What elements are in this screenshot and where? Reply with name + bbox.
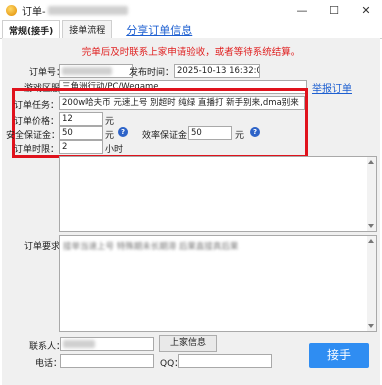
publish-time-field[interactable]: 2025-10-13 16:32:07: [174, 64, 260, 78]
safety-deposit-label: 安全保证金：: [6, 131, 61, 141]
qq-field[interactable]: [178, 354, 272, 368]
order-panel: 完单后及时联系上家申请验收，或者等待系统结算。 订单号： 发布时间： 2025-…: [2, 38, 380, 385]
phone-field[interactable]: [60, 354, 154, 368]
title-bar: 订单- — ☐ ✕: [0, 0, 382, 20]
close-button[interactable]: ✕: [350, 0, 382, 20]
requirement-textarea[interactable]: 接单当速上号 特殊期未长期滞 后果直接真后果: [59, 235, 377, 332]
contact-field[interactable]: [60, 337, 154, 351]
redacted-title: [47, 5, 128, 15]
requirement-text: 接单当速上号 特殊期未长期滞 后果直接真后果: [63, 242, 239, 252]
price-label: 订单价格：: [14, 117, 60, 127]
efficiency-deposit-unit: 元: [235, 131, 245, 141]
scroll-up-icon[interactable]: [368, 239, 374, 243]
requirement-scrollbar[interactable]: [367, 236, 376, 331]
price-field[interactable]: 12: [59, 112, 103, 126]
redacted-contact: [63, 340, 95, 348]
duration-unit: 小时: [105, 145, 124, 155]
order-no-field[interactable]: [59, 64, 133, 78]
duration-label: 订单时限：: [14, 145, 60, 155]
safety-help-icon[interactable]: ?: [118, 127, 128, 137]
phone-label: 电话：: [35, 359, 63, 369]
duration-field[interactable]: 2: [59, 140, 103, 154]
publish-time-label: 发布时间：: [129, 68, 175, 78]
minimize-button[interactable]: —: [286, 0, 318, 20]
task-label: 订单任务：: [14, 101, 60, 111]
maximize-button[interactable]: ☐: [318, 0, 350, 20]
scroll-down-icon[interactable]: [368, 324, 374, 328]
report-order-link[interactable]: 举报订单: [312, 80, 352, 95]
window-title: 订单-: [22, 6, 46, 18]
safety-deposit-unit: 元: [105, 131, 115, 141]
upstream-info-button[interactable]: 上家信息: [159, 335, 217, 352]
redacted-order-no: [62, 67, 112, 75]
tab-regular[interactable]: 常规(接手): [2, 20, 61, 39]
efficiency-help-icon[interactable]: ?: [250, 127, 260, 137]
scroll-down-icon[interactable]: [368, 224, 374, 228]
share-order-link[interactable]: 分享订单信息: [126, 21, 192, 38]
description-scrollbar[interactable]: [367, 157, 376, 231]
take-order-button[interactable]: 接手: [309, 343, 369, 368]
efficiency-deposit-field[interactable]: 50: [188, 126, 232, 140]
tab-process[interactable]: 接单流程: [62, 20, 113, 38]
tab-strip: 常规(接手) 接单流程 分享订单信息: [0, 20, 382, 39]
price-unit: 元: [105, 117, 115, 127]
scroll-up-icon[interactable]: [368, 160, 374, 164]
app-icon: [6, 4, 17, 16]
description-textarea[interactable]: [59, 156, 377, 232]
safety-deposit-field[interactable]: 50: [59, 126, 103, 140]
task-field[interactable]: 200w哈夫币 元速上号 別超时 纯绿 直播打 新手别来,dma别来: [59, 96, 305, 110]
notice-text: 完单后及时联系上家申请验收，或者等待系统结算。: [81, 47, 301, 58]
